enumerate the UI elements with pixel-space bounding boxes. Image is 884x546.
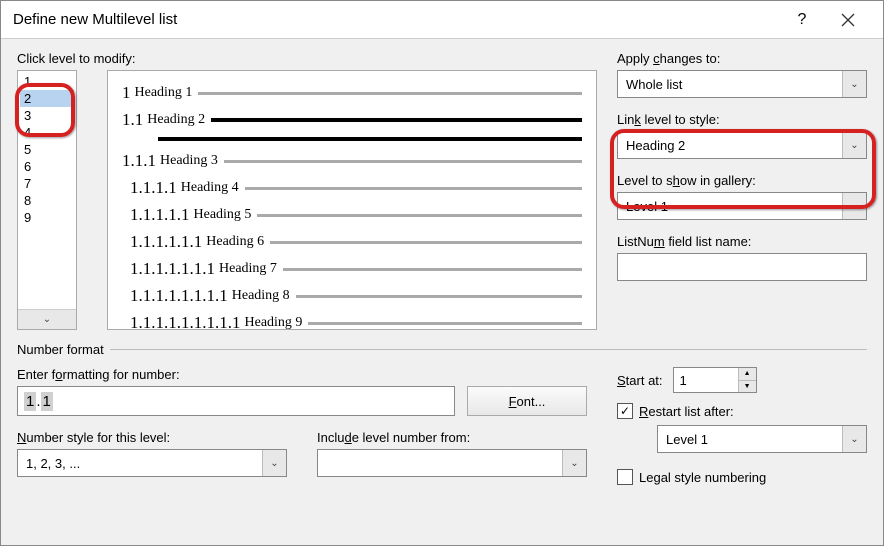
preview-line — [296, 295, 582, 298]
spin-up-icon[interactable]: ▲ — [739, 368, 756, 381]
preview-number: 1.1.1.1 — [130, 178, 177, 198]
preview-heading: Heading 1 — [135, 85, 193, 101]
preview-number: 1.1.1.1.1 — [130, 205, 190, 225]
preview-heading: Heading 5 — [194, 207, 252, 223]
preview-line — [198, 92, 582, 95]
preview-row: 1.1.1.1.1.1.1Heading 7 — [122, 259, 582, 279]
titlebar: Define new Multilevel list ? — [1, 1, 883, 39]
include-level-dropdown[interactable]: ⌄ — [317, 449, 587, 477]
chevron-down-icon: ⌄ — [842, 193, 866, 219]
chevron-down-icon: ⌄ — [842, 426, 866, 452]
number-style-label: Number style for this level: — [17, 430, 287, 445]
preview-line — [224, 160, 582, 163]
level-listbox[interactable]: 123456789 ⌄ — [17, 70, 77, 330]
list-preview: 1Heading 11.1Heading 21.1.1Heading 31.1.… — [107, 70, 597, 330]
close-button[interactable] — [825, 1, 871, 39]
chevron-down-icon: ⌄ — [562, 450, 586, 476]
link-level-label: Link level to style: — [617, 112, 867, 127]
number-style-dropdown[interactable]: 1, 2, 3, ... ⌄ — [17, 449, 287, 477]
link-level-dropdown[interactable]: Heading 2 ⌄ — [617, 131, 867, 159]
legal-checkbox[interactable] — [617, 469, 633, 485]
preview-row: 1Heading 1 — [122, 83, 582, 103]
preview-row: 1.1.1.1.1Heading 5 — [122, 205, 582, 225]
preview-number: 1.1.1.1.1.1.1.1.1 — [130, 313, 241, 330]
preview-row: 1.1Heading 2 — [122, 110, 582, 130]
start-at-label: Start at: — [617, 373, 663, 388]
preview-row: 1.1.1.1Heading 4 — [122, 178, 582, 198]
preview-line — [283, 268, 582, 271]
apply-changes-dropdown[interactable]: Whole list ⌄ — [617, 70, 867, 98]
preview-line — [245, 187, 582, 190]
preview-heading: Heading 4 — [181, 180, 239, 196]
preview-heading: Heading 8 — [232, 288, 290, 304]
multilevel-list-dialog: Define new Multilevel list ? Click level… — [0, 0, 884, 546]
level-item[interactable]: 7 — [20, 175, 74, 192]
apply-changes-label: Apply changes to: — [617, 51, 867, 66]
preview-number: 1.1.1.1.1.1.1 — [130, 259, 215, 279]
listnum-label: ListNum field list name: — [617, 234, 867, 249]
include-level-label: Include level number from: — [317, 430, 587, 445]
preview-line — [158, 137, 582, 141]
restart-after-label: Restart list after: — [639, 404, 734, 419]
number-format-input[interactable]: 1.1 — [17, 386, 455, 416]
level-item[interactable]: 2 — [20, 90, 74, 107]
number-format-group: Number format Enter formatting for numbe… — [17, 342, 867, 485]
level-item[interactable]: 9 — [20, 209, 74, 226]
legal-label: Legal style numbering — [639, 470, 766, 485]
level-gallery-dropdown[interactable]: Level 1 ⌄ — [617, 192, 867, 220]
level-gallery-label: Level to show in gallery: — [617, 173, 867, 188]
preview-heading: Heading 3 — [160, 153, 218, 169]
font-button[interactable]: Font... — [467, 386, 587, 416]
preview-heading: Heading 2 — [147, 112, 205, 128]
preview-heading: Heading 9 — [245, 315, 303, 330]
preview-number: 1 — [122, 83, 131, 103]
preview-line — [308, 322, 582, 325]
preview-line — [211, 118, 582, 122]
preview-number: 1.1.1 — [122, 151, 156, 171]
preview-row: 1.1.1.1.1.1.1.1Heading 8 — [122, 286, 582, 306]
preview-number: 1.1.1.1.1.1 — [130, 232, 202, 252]
preview-line — [257, 214, 582, 217]
preview-row: 1.1.1.1.1.1.1.1.1 Heading 9 — [122, 313, 582, 330]
level-item[interactable]: 8 — [20, 192, 74, 209]
preview-number: 1.1.1.1.1.1.1.1 — [130, 286, 228, 306]
dialog-title: Define new Multilevel list — [13, 11, 779, 28]
level-item[interactable]: 1 — [20, 73, 74, 90]
listnum-input[interactable] — [617, 253, 867, 281]
number-format-legend: Number format — [17, 342, 110, 357]
level-item[interactable]: 3 — [20, 107, 74, 124]
help-button[interactable]: ? — [779, 1, 825, 39]
restart-after-dropdown[interactable]: Level 1 ⌄ — [657, 425, 867, 453]
restart-checkbox[interactable]: ✓ — [617, 403, 633, 419]
preview-heading: Heading 7 — [219, 261, 277, 277]
close-icon — [841, 13, 855, 27]
scroll-down-icon[interactable]: ⌄ — [18, 309, 76, 329]
level-item[interactable]: 4 — [20, 124, 74, 141]
preview-row: 1.1.1.1.1.1Heading 6 — [122, 232, 582, 252]
preview-row: 1.1.1Heading 3 — [122, 151, 582, 171]
level-item[interactable]: 6 — [20, 158, 74, 175]
chevron-down-icon: ⌄ — [842, 71, 866, 97]
chevron-down-icon: ⌄ — [262, 450, 286, 476]
spin-down-icon[interactable]: ▼ — [739, 381, 756, 393]
preview-heading: Heading 6 — [206, 234, 264, 250]
chevron-down-icon: ⌄ — [842, 132, 866, 158]
level-item[interactable]: 5 — [20, 141, 74, 158]
enter-formatting-label: Enter formatting for number: — [17, 367, 587, 382]
preview-number: 1.1 — [122, 110, 143, 130]
start-at-spinner[interactable]: 1 ▲▼ — [673, 367, 757, 393]
preview-line — [270, 241, 582, 244]
click-level-label: Click level to modify: — [17, 51, 597, 66]
